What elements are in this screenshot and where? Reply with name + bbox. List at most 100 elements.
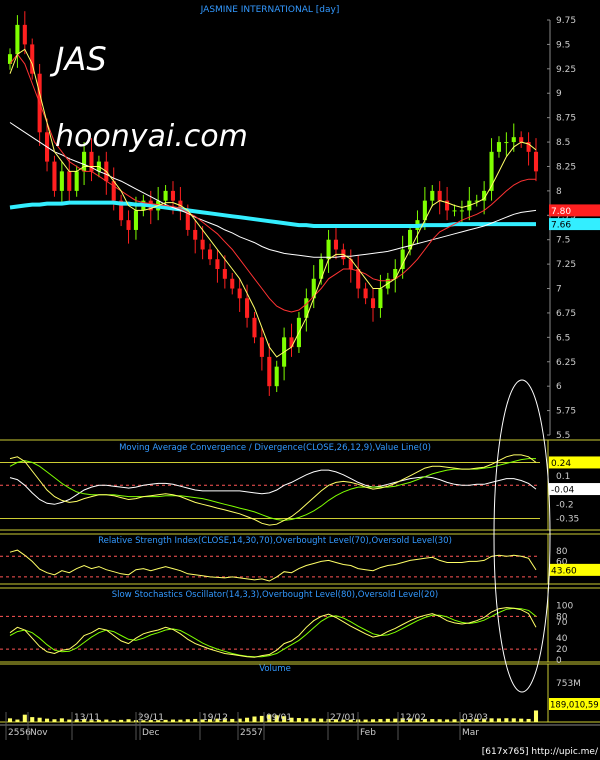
x-label-11: 03/03: [462, 713, 488, 723]
volume-bar-59: [445, 719, 450, 722]
volume-bar-32: [245, 717, 250, 722]
price-tick-9: 7.5: [556, 236, 570, 246]
candle-body-7: [59, 171, 64, 191]
stoch-tick-2: 70: [556, 618, 568, 628]
volume-bar-49: [370, 719, 376, 722]
x-label-1: Nov: [30, 728, 48, 738]
candle-body-17: [133, 210, 138, 230]
candle-body-38: [289, 337, 294, 348]
volume-bar-57: [430, 719, 435, 722]
price-tick-3: 9: [556, 89, 562, 99]
price-tick-11: 7: [556, 285, 562, 295]
macd-tick-1: -0.2: [556, 500, 574, 510]
x-label-12: Mar: [462, 728, 479, 738]
x-label-9: Feb: [360, 728, 376, 738]
volume-bar-2: [22, 714, 27, 722]
candle-body-10: [82, 151, 87, 172]
candle-body-21: [163, 190, 168, 201]
volume-bar-58: [437, 719, 442, 722]
price-tick-13: 6.5: [556, 333, 570, 343]
volume-bar-5: [45, 718, 50, 722]
candle-body-28: [215, 259, 220, 269]
volume-bar-51: [385, 718, 390, 722]
candle-body-30: [230, 278, 235, 289]
volume-bar-22: [170, 719, 176, 722]
volume-bar-68: [511, 718, 516, 722]
price-tick-6: 8.25: [556, 162, 576, 172]
volume-title: Volume: [259, 664, 291, 674]
x-label-10: 12/02: [400, 713, 426, 723]
volume-last-label: 189,010,59: [550, 701, 599, 711]
stoch-tick-4: 20: [556, 645, 568, 655]
rsi-title: Relative Strength Index(CLOSE,14,30,70),…: [98, 536, 452, 546]
last-value-label-rsi-0: 43.60: [551, 566, 577, 576]
rsi-tick-0: 80: [556, 547, 568, 557]
volume-bar-4: [37, 717, 42, 722]
volume-bar-0: [7, 718, 13, 722]
volume-bar-25: [193, 718, 198, 722]
candle-body-27: [207, 249, 213, 260]
candle-body-9: [74, 171, 79, 191]
candle-body-1: [15, 24, 20, 55]
candle-body-48: [363, 288, 368, 299]
macd-title: Moving Average Convergence / Divergence(…: [119, 443, 431, 453]
price-tick-4: 8.75: [556, 114, 576, 124]
volume-bar-40: [304, 718, 309, 722]
volume-bar-3: [30, 717, 35, 722]
candle-body-66: [496, 142, 501, 152]
background: [0, 0, 600, 760]
candle-body-67: [504, 142, 509, 144]
volume-bar-33: [252, 716, 257, 722]
site-overlay: hoonyai.com: [55, 119, 248, 154]
stock-chart: 9.759.59.2598.758.58.2587.757.57.2576.75…: [0, 0, 600, 760]
volume-bar-66: [496, 718, 501, 722]
price-tick-7: 8: [556, 187, 562, 197]
volume-bar-30: [230, 718, 235, 722]
candle-body-69: [519, 137, 524, 143]
chart-title: JASMINE INTERNATIONAL [day]: [200, 5, 340, 15]
stoch-tick-0: 100: [556, 601, 573, 611]
candle-body-16: [126, 220, 131, 230]
last-value-label-price-0: 7.80: [551, 207, 571, 217]
candle-body-57: [430, 190, 435, 201]
volume-bar-71: [533, 710, 539, 722]
candle-body-71: [533, 151, 539, 172]
volume-bar-8: [67, 719, 72, 722]
last-value-label-macd-1: -0.04: [551, 486, 575, 496]
volume-bar-16: [126, 719, 131, 722]
last-value-label-macd-0: 0.24: [551, 459, 571, 469]
volume-bar-50: [378, 719, 383, 722]
price-tick-12: 6.75: [556, 309, 576, 319]
volume-bar-1: [15, 719, 20, 722]
candle-body-22: [170, 190, 176, 201]
credit-label: [617x765] http://upic.me/: [482, 747, 599, 757]
volume-bar-69: [519, 718, 524, 722]
volume-bar-15: [119, 719, 124, 722]
volume-bar-60: [452, 719, 457, 722]
candle-body-43: [326, 239, 331, 260]
volume-bar-14: [111, 720, 116, 722]
stoch-tick-3: 40: [556, 634, 568, 644]
candle-body-2: [22, 24, 27, 45]
candle-body-8: [67, 171, 72, 191]
price-tick-10: 7.25: [556, 260, 576, 270]
stoch-title: Slow Stochastics Oscillator(14,3,3),Over…: [112, 590, 438, 600]
volume-bar-34: [259, 715, 264, 722]
candle-body-61: [459, 210, 464, 212]
candle-body-34: [259, 337, 264, 357]
x-label-2: 13/11: [74, 713, 100, 723]
volume-bar-67: [504, 718, 509, 722]
price-tick-1: 9.5: [556, 40, 570, 50]
volume-bar-39: [296, 718, 301, 722]
volume-bar-42: [319, 718, 324, 722]
candle-body-6: [52, 161, 57, 191]
candle-body-26: [200, 239, 205, 250]
volume-bar-21: [163, 719, 168, 722]
candle-body-44: [333, 239, 339, 250]
candle-body-14: [111, 181, 116, 201]
volume-bar-48: [363, 719, 368, 722]
candle-body-29: [222, 269, 227, 279]
volume-bar-24: [185, 719, 190, 722]
candle-body-36: [274, 366, 279, 387]
last-value-label-price-1: 7.66: [551, 221, 571, 231]
